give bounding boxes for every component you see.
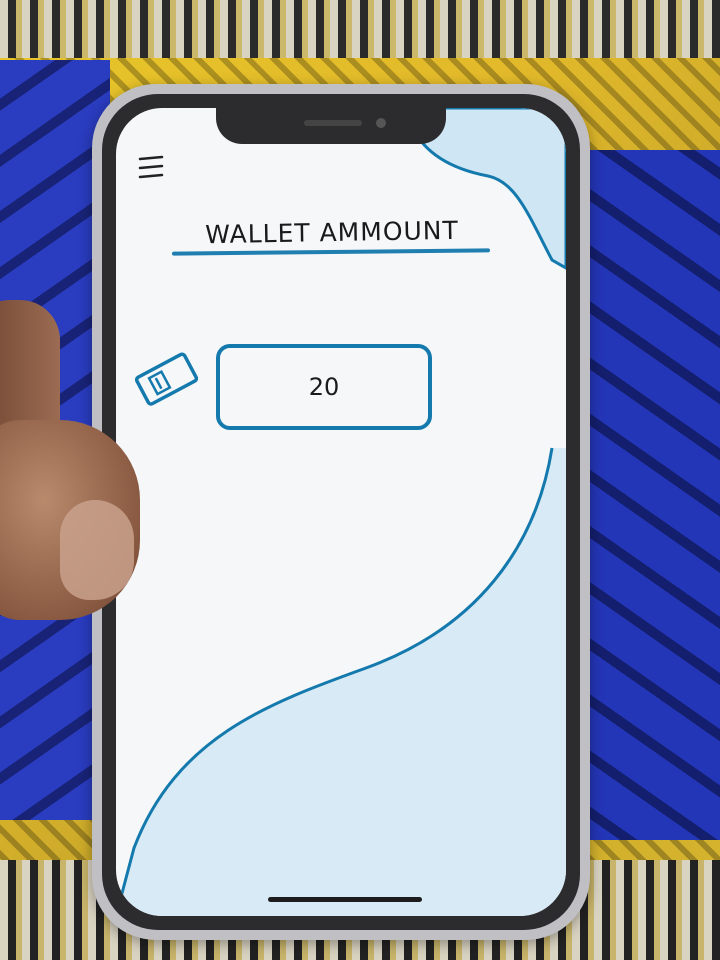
wallet-amount-field[interactable]: 20 <box>216 344 432 430</box>
home-indicator[interactable] <box>268 897 422 902</box>
page-title: WALLET AMMOUNT <box>205 215 459 250</box>
hamburger-menu-icon <box>138 155 164 179</box>
speaker-grille <box>304 120 362 126</box>
wallet-icon <box>134 352 199 406</box>
app-screen: WALLET AMMOUNT 20 <box>116 108 566 916</box>
front-camera <box>376 118 386 128</box>
menu-button[interactable] <box>136 150 172 186</box>
phone-frame: WALLET AMMOUNT 20 <box>92 84 590 940</box>
phone-notch <box>216 108 446 144</box>
wallet-amount-value: 20 <box>308 373 340 401</box>
background-carpet-top <box>0 0 720 58</box>
phone-bezel: WALLET AMMOUNT 20 <box>102 94 580 930</box>
bottom-wave-fill <box>116 448 566 916</box>
thumb-nail <box>60 500 134 600</box>
